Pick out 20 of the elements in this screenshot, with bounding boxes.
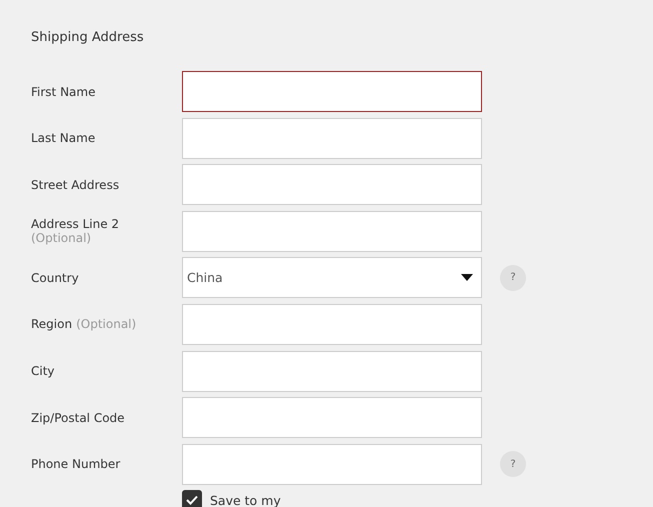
section-title: Shipping Address	[31, 29, 144, 47]
country-select[interactable]: China	[182, 257, 482, 298]
checkbox-label: Save to my	[210, 492, 281, 507]
field-label: Address Line 2	[31, 217, 120, 232]
optional-hint: (Optional)	[31, 231, 92, 246]
field-label: Street Address	[31, 178, 120, 192]
field-label: Last Name	[31, 131, 96, 146]
help-button[interactable]: ?	[500, 451, 526, 478]
field-label: City	[31, 364, 55, 378]
optional-hint: (Optional)	[76, 317, 136, 332]
caret-icon	[461, 274, 473, 282]
field-label: First Name	[31, 84, 96, 98]
check-icon	[186, 495, 198, 506]
field-label: Region	[31, 317, 72, 332]
help-button[interactable]: ?	[500, 264, 526, 291]
checkbox[interactable]	[182, 490, 202, 507]
field-label: Phone Number	[31, 457, 120, 472]
input-field[interactable]	[182, 71, 482, 112]
field-label: Country	[31, 270, 79, 285]
field-label: Zip/Postal Code	[31, 410, 125, 425]
